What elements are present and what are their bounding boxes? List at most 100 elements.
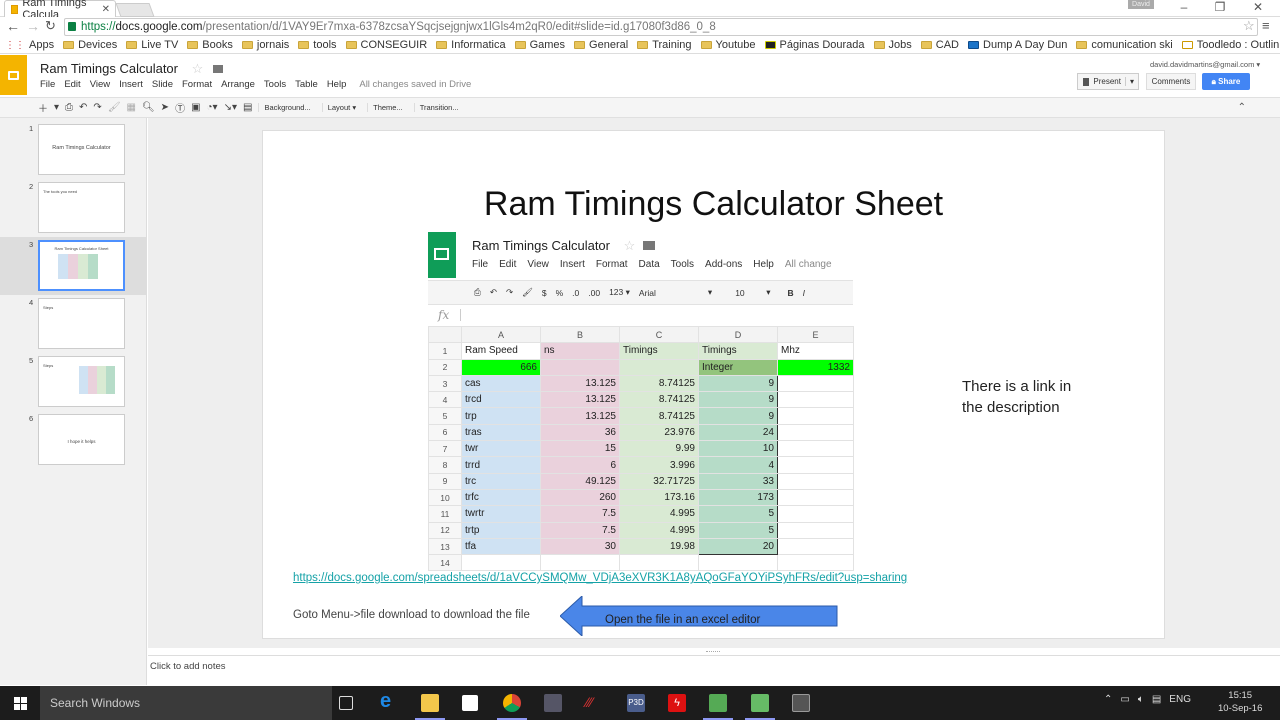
taskbar-search[interactable]: Search Windows — [40, 686, 332, 720]
menu-view[interactable]: View — [90, 79, 110, 90]
account-email[interactable]: david.davidmartins@gmail.com ▾ — [1150, 60, 1260, 69]
bookmark-item[interactable]: Dump A Day Dun — [968, 39, 1067, 51]
p3d-icon[interactable]: P3D — [627, 694, 645, 712]
transition-button[interactable]: Transition... — [413, 103, 464, 112]
start-button[interactable] — [0, 686, 40, 720]
menu-table[interactable]: Table — [295, 79, 318, 90]
notes-resize-handle[interactable] — [706, 651, 720, 653]
speaker-notes[interactable]: Click to add notes — [148, 655, 1280, 685]
assetto-corsa-icon[interactable]: ⁄⁄⁄ — [586, 694, 604, 712]
minimize-icon[interactable]: – — [1166, 0, 1202, 17]
theme-button[interactable]: Theme... — [367, 103, 408, 112]
forward-icon[interactable]: → — [26, 18, 40, 34]
star-icon[interactable]: ☆ — [192, 61, 204, 76]
bookmark-item[interactable]: Books — [187, 39, 233, 51]
menu-edit[interactable]: Edit — [64, 79, 80, 90]
bookmark-item[interactable]: Jobs — [873, 39, 912, 51]
present-button[interactable]: Present ▾ — [1077, 73, 1139, 90]
back-icon[interactable]: ← — [6, 18, 20, 34]
browser-tab[interactable]: Ram Timings Calcula ✕ — [4, 0, 116, 21]
slide-thumbnail-3[interactable]: Ram Timings Calculator Sheet — [38, 240, 125, 291]
undo-icon[interactable]: ↶ — [79, 102, 87, 113]
bookmark-apps[interactable]: Apps — [29, 39, 54, 51]
bookmark-item[interactable]: Toodledo : Outlin — [1181, 39, 1279, 51]
slide-thumbnail-5[interactable]: Steps — [38, 356, 125, 407]
tray-expand-icon[interactable]: ⌃ — [1104, 694, 1112, 705]
document-title[interactable]: Ram Timings Calculator ☆ — [40, 61, 223, 77]
menu-file[interactable]: File — [40, 79, 55, 90]
menu-arrange[interactable]: Arrange — [221, 79, 255, 90]
line-icon[interactable]: ↘▾ — [224, 102, 237, 113]
chrome-menu-icon[interactable]: ≡ — [1262, 18, 1270, 33]
bookmark-item[interactable]: comunication ski — [1076, 39, 1173, 51]
shape-icon[interactable]: ◔▾ — [207, 102, 218, 113]
msi-afterburner-icon[interactable] — [792, 694, 810, 712]
bookmark-item[interactable]: Devices — [63, 39, 117, 51]
share-button[interactable]: 🔒︎ Share — [1202, 73, 1250, 90]
print-icon[interactable]: ⎙ — [65, 102, 73, 113]
bookmark-item[interactable]: CONSEGUIR — [345, 39, 427, 51]
slides-logo-icon[interactable] — [0, 55, 27, 95]
bookmark-item[interactable]: Youtube — [700, 39, 756, 51]
bookmark-item[interactable]: tools — [298, 39, 337, 51]
fit-icon[interactable]: ▦ — [127, 102, 136, 113]
volume-icon[interactable]: 🔈︎ — [1138, 694, 1144, 705]
slide-thumbnail-4[interactable]: Steps — [38, 298, 125, 349]
language-indicator[interactable]: ENG — [1169, 694, 1191, 705]
collapse-toolbar-icon[interactable]: ⌃ — [1238, 102, 1246, 113]
spreadsheet-link[interactable]: https://docs.google.com/spreadsheets/d/1… — [293, 572, 907, 584]
hardware-monitor-icon[interactable] — [703, 694, 733, 720]
comments-button[interactable]: Comments — [1146, 73, 1196, 90]
taskbar-clock[interactable]: 15:15 10-Sep-16 — [1218, 689, 1262, 715]
notifications-icon[interactable]: ▤ — [1152, 694, 1161, 705]
new-slide-button[interactable]: ＋ — [38, 100, 48, 115]
menu-help[interactable]: Help — [327, 79, 347, 90]
menu-format[interactable]: Format — [182, 79, 212, 90]
restore-icon[interactable]: ❐ — [1202, 0, 1238, 17]
bookmark-item[interactable]: Páginas Dourada — [764, 39, 865, 51]
bookmark-item[interactable]: CAD — [920, 39, 959, 51]
layout-button[interactable]: Layout ▾ — [321, 103, 361, 112]
file-explorer-icon[interactable] — [415, 694, 445, 720]
task-view-icon[interactable] — [339, 696, 353, 710]
network-icon[interactable]: ▭ — [1120, 694, 1129, 705]
bookmark-item[interactable]: Informatica — [436, 39, 506, 51]
bookmark-item[interactable]: Games — [514, 39, 565, 51]
slide-thumbnail-6[interactable]: I hope it helps — [38, 414, 125, 465]
redo-icon[interactable]: ↷ — [93, 102, 101, 113]
present-dropdown-icon[interactable]: ▾ — [1124, 77, 1134, 86]
profile-badge[interactable]: David — [1128, 0, 1154, 9]
edge-icon[interactable]: e — [380, 690, 398, 712]
address-bar[interactable]: https://docs.google.com/presentation/d/1… — [64, 18, 1258, 36]
store-icon[interactable] — [462, 695, 478, 711]
bookmark-item[interactable]: General — [574, 39, 628, 51]
menu-tools[interactable]: Tools — [264, 79, 286, 90]
bookmark-item[interactable]: Live TV — [126, 39, 178, 51]
new-tab-button[interactable] — [115, 3, 155, 17]
new-slide-dropdown[interactable]: ▾ — [54, 102, 59, 113]
close-tab-icon[interactable]: ✕ — [102, 4, 110, 15]
menu-insert[interactable]: Insert — [119, 79, 143, 90]
menu-slide[interactable]: Slide — [152, 79, 173, 90]
slide-thumbnail-2[interactable]: The tools you need — [38, 182, 125, 233]
chrome-icon[interactable] — [497, 694, 527, 720]
comment-icon[interactable]: ▤ — [243, 102, 252, 113]
select-cursor-icon[interactable]: ➤ — [161, 102, 169, 113]
close-window-icon[interactable]: ✕ — [1240, 0, 1276, 17]
star-bookmark-icon[interactable]: ☆ — [1243, 18, 1255, 34]
image-icon[interactable]: ▣ — [191, 102, 200, 113]
slide-thumbnail-1[interactable]: Ram Timings Calculator — [38, 124, 125, 175]
flash-app-icon[interactable]: ϟ — [668, 694, 686, 712]
reload-icon[interactable]: ↻ — [45, 18, 56, 34]
folder-icon[interactable] — [212, 65, 223, 73]
paint-format-icon[interactable]: 🖌︎ — [108, 102, 121, 113]
slide-title[interactable]: Ram Timings Calculator Sheet — [262, 185, 1165, 224]
download-instructions[interactable]: Goto Menu->file download to download the… — [293, 609, 530, 621]
text-box-icon[interactable]: Ⓣ — [175, 100, 185, 115]
game-app-icon[interactable] — [544, 694, 562, 712]
zoom-icon[interactable]: 🔍︎ — [142, 102, 155, 113]
link-note-text[interactable]: There is a link in the description — [962, 376, 1092, 418]
background-button[interactable]: Background... — [258, 103, 315, 112]
bookmark-item[interactable]: jornais — [241, 39, 289, 51]
gpu-tool-icon[interactable] — [745, 694, 775, 720]
